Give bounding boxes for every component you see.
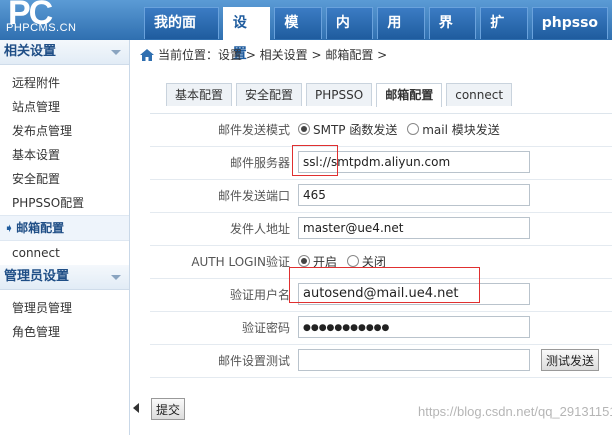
sidebar-item-basic-settings[interactable]: 基本设置	[0, 143, 129, 167]
tab-connect[interactable]: connect	[446, 83, 513, 106]
logo-brand: PHPCMS.CN	[6, 22, 77, 34]
collapse-arrow-icon[interactable]	[111, 275, 121, 280]
sender-address-input[interactable]	[298, 217, 530, 239]
form-row-mail-port: 邮件发送端口	[150, 180, 612, 213]
nav-tab-extend[interactable]: 扩展	[480, 7, 528, 62]
sidebar-item-mail-config[interactable]: ➧ 邮箱配置	[0, 215, 129, 241]
sidebar-item-role-management[interactable]: 角色管理	[0, 320, 129, 344]
sidebar-item-connect[interactable]: connect	[0, 241, 129, 265]
tab-mail-config[interactable]: 邮箱配置	[376, 83, 443, 107]
highlight-box-username	[289, 267, 480, 303]
mail-settings-form: 邮件发送模式 SMTP 函数发送 mail 模块发送 邮件服务器 邮件发送端口 …	[150, 113, 612, 378]
highlight-box-server	[292, 145, 338, 176]
sidebar-item-security-config[interactable]: 安全配置	[0, 167, 129, 191]
radio-selected-icon[interactable]	[298, 255, 310, 267]
csdn-watermark: https://blog.csdn.net/qq_29131151	[418, 404, 612, 419]
sidebar: 相关设置 远程附件 站点管理 发布点管理 基本设置 安全配置 PHPSSO配置 …	[0, 40, 130, 435]
form-row-mail-test: 邮件设置测试 测试发送	[150, 345, 612, 378]
mode-smtp-option[interactable]: SMTP 函数发送	[298, 118, 397, 142]
auth-username-label: 验证用户名	[229, 288, 290, 302]
form-row-mail-server: 邮件服务器	[150, 147, 612, 180]
sidebar-item-label: 邮箱配置	[16, 221, 65, 235]
main-content: 当前位置：设置 > 相关设置 > 邮箱配置 > 基本配置 安全配置 PHPSSO…	[140, 40, 612, 435]
tab-basic-config[interactable]: 基本配置	[166, 83, 233, 106]
mode-smtp-label: SMTP 函数发送	[313, 123, 398, 137]
mode-mail-option[interactable]: mail 模块发送	[407, 118, 500, 142]
arrow-right-icon: ➧	[4, 221, 15, 235]
sidebar-item-site-management[interactable]: 站点管理	[0, 95, 129, 119]
mail-mode-label: 邮件发送模式	[217, 123, 290, 137]
collapse-arrow-icon[interactable]	[111, 50, 121, 55]
form-row-auth-password: 验证密码 ●●●●●●●●●●●	[150, 312, 612, 345]
sidebar-toggle-icon[interactable]	[133, 403, 139, 413]
auth-password-label: 验证密码	[241, 321, 290, 335]
nav-tab-users[interactable]: 用户	[377, 7, 425, 62]
nav-tab-phpsso[interactable]: phpsso	[531, 7, 609, 39]
sidebar-section-admin-settings[interactable]: 管理员设置	[0, 265, 129, 290]
sidebar-item-admin-management[interactable]: 管理员管理	[0, 296, 129, 320]
nav-tab-content[interactable]: 内容	[325, 7, 374, 62]
nav-tab-settings[interactable]: 设置	[222, 7, 271, 62]
radio-icon[interactable]	[346, 255, 359, 267]
radio-icon[interactable]	[407, 123, 420, 135]
top-bar: PC PHPCMS.CN 我的面板 设置 模块 内容 用户 界面 扩展 phps…	[0, 0, 612, 62]
sidebar-section-related-settings[interactable]: 相关设置	[0, 40, 129, 65]
phpcms-logo: PC PHPCMS.CN	[2, 0, 132, 40]
mail-mode-options: SMTP 函数发送 mail 模块发送	[298, 118, 506, 142]
form-row-sender-address: 发件人地址	[150, 213, 612, 246]
tab-security-config[interactable]: 安全配置	[236, 83, 303, 106]
settings-tabs: 基本配置 安全配置 PHPSSO 邮箱配置 connect	[166, 83, 516, 107]
sidebar-item-release-point[interactable]: 发布点管理	[0, 119, 129, 143]
nav-tab-interface[interactable]: 界面	[428, 7, 477, 62]
test-send-button[interactable]: 测试发送	[541, 349, 600, 371]
mode-mail-label: mail 模块发送	[422, 123, 500, 137]
home-icon[interactable]	[140, 49, 154, 61]
sidebar-section-title: 相关设置	[4, 44, 57, 59]
sidebar-item-remote-attachment[interactable]: 远程附件	[0, 71, 129, 95]
mail-test-label: 邮件设置测试	[217, 354, 290, 368]
breadcrumb-text: 当前位置：设置 > 相关设置 > 邮箱配置 >	[158, 48, 388, 62]
auth-password-input[interactable]: ●●●●●●●●●●●	[298, 316, 530, 338]
form-row-mail-mode: 邮件发送模式 SMTP 函数发送 mail 模块发送	[150, 114, 612, 147]
mail-port-input[interactable]	[298, 184, 530, 206]
main-nav: 我的面板 设置 模块 内容 用户 界面 扩展 phpsso	[144, 7, 612, 62]
nav-tab-my-panel[interactable]: 我的面板	[144, 7, 219, 62]
tab-phpsso[interactable]: PHPSSO	[306, 83, 373, 106]
auth-login-label: AUTH LOGIN验证	[191, 255, 290, 269]
mail-server-label: 邮件服务器	[229, 156, 290, 170]
radio-selected-icon[interactable]	[298, 123, 310, 135]
mail-test-input[interactable]	[298, 349, 530, 371]
nav-tab-modules[interactable]: 模块	[274, 7, 322, 62]
sidebar-section-title: 管理员设置	[4, 269, 70, 284]
submit-button[interactable]: 提交	[151, 398, 186, 420]
breadcrumb: 当前位置：设置 > 相关设置 > 邮箱配置 >	[140, 46, 387, 64]
mail-port-label: 邮件发送端口	[217, 189, 290, 203]
sidebar-item-phpsso-config[interactable]: PHPSSO配置	[0, 191, 129, 215]
sender-address-label: 发件人地址	[229, 222, 290, 236]
